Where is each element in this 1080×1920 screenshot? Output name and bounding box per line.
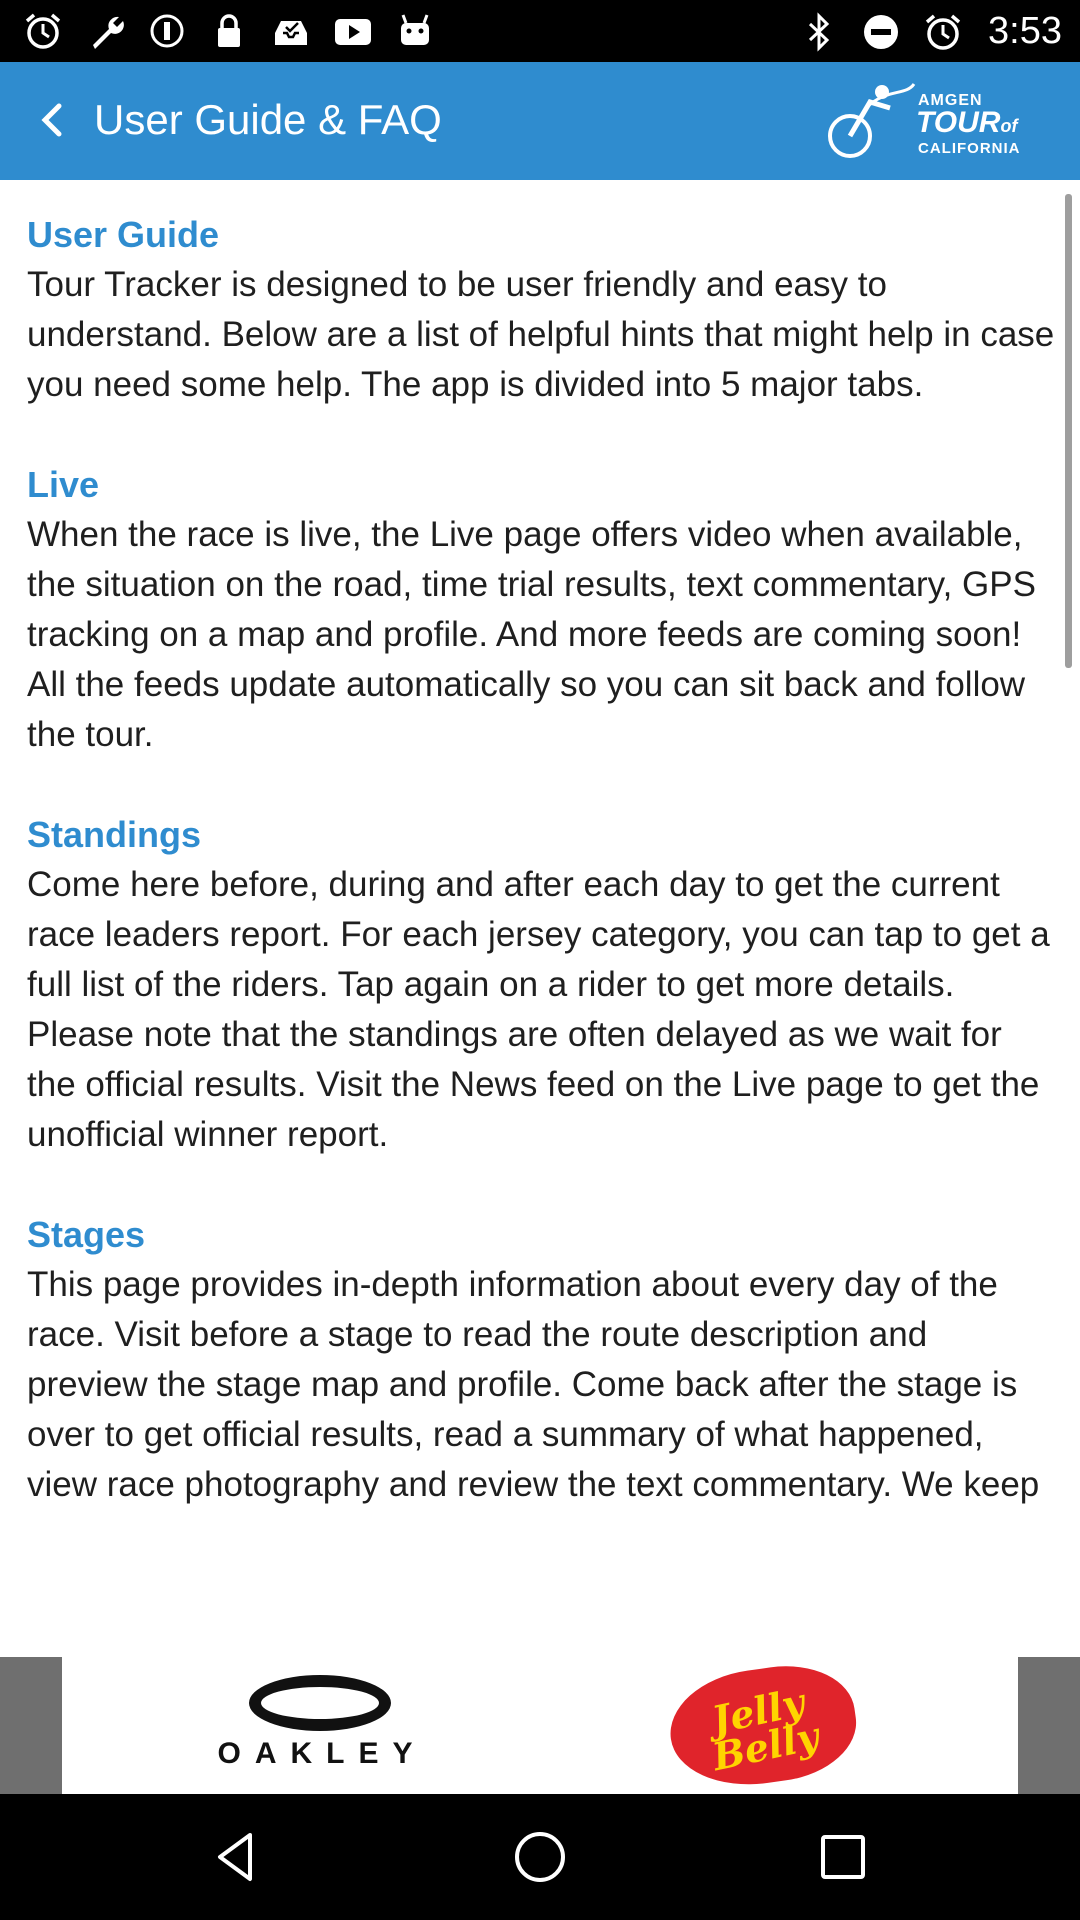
section-heading: Standings — [27, 814, 202, 855]
wrench-icon — [84, 10, 126, 52]
amgen-tour-logo[interactable]: AMGEN TOURof CALIFORNIA — [826, 78, 1046, 164]
scrollbar[interactable] — [1065, 194, 1072, 668]
page-title: User Guide & FAQ — [94, 96, 442, 143]
back-button[interactable] — [22, 90, 82, 150]
app-bar: User Guide & FAQ AMGEN TOURof CALIFORNIA — [0, 62, 1080, 180]
triangle-back-icon — [218, 1833, 252, 1881]
oakley-logo[interactable]: OAKLEY — [187, 1675, 457, 1775]
section-user-guide: User Guide Tour Tracker is designed to b… — [27, 210, 1057, 410]
section-body: Come here before, during and after each … — [27, 865, 1050, 1154]
status-bar: 3:53 — [0, 0, 1080, 62]
jelly-belly-wordmark: Jelly Belly — [707, 1679, 823, 1780]
section-live: Live When the race is live, the Live pag… — [27, 460, 1057, 760]
status-time: 3:53 — [988, 10, 1062, 52]
lock-icon — [208, 10, 250, 52]
circle-home-icon — [515, 1832, 565, 1882]
alarm-icon — [22, 10, 64, 52]
logo-text-california: CALIFORNIA — [918, 140, 1021, 157]
square-recents-icon — [821, 1835, 865, 1879]
section-body: When the race is live, the Live page off… — [27, 515, 1036, 754]
sponsor-ad[interactable]: OAKLEY Jelly Belly — [62, 1656, 1018, 1796]
jelly-belly-logo[interactable]: Jelly Belly — [662, 1656, 864, 1796]
system-nav-bar — [0, 1794, 1080, 1920]
inbox-icon — [270, 10, 312, 52]
alarm-icon — [922, 11, 964, 53]
youtube-icon — [332, 10, 374, 52]
android-icon — [394, 10, 436, 52]
section-body: This page provides in-depth information … — [27, 1265, 1040, 1504]
nav-back-button[interactable] — [203, 1824, 269, 1890]
section-body: Tour Tracker is designed to be user frie… — [27, 265, 1055, 404]
section-standings: Standings Come here before, during and a… — [27, 810, 1057, 1160]
nav-recents-button[interactable] — [810, 1824, 876, 1890]
logo-text-tour: TOURof — [916, 106, 1018, 139]
oakley-wordmark: OAKLEY — [217, 1737, 427, 1770]
info-circle-icon — [146, 10, 188, 52]
sponsor-banner: OAKLEY Jelly Belly — [0, 1656, 1080, 1796]
section-stages: Stages This page provides in-depth infor… — [27, 1210, 1057, 1510]
section-heading: Live — [27, 464, 100, 505]
guide-content[interactable]: User Guide Tour Tracker is designed to b… — [0, 180, 1080, 1657]
bluetooth-icon — [798, 11, 840, 53]
oakley-ellipse-icon — [249, 1675, 391, 1731]
chevron-left-icon — [41, 103, 62, 137]
cyclist-icon — [828, 83, 916, 158]
nav-home-button[interactable] — [507, 1824, 573, 1890]
section-heading: User Guide — [27, 214, 220, 255]
do-not-disturb-icon — [860, 11, 902, 53]
section-heading: Stages — [27, 1214, 146, 1255]
